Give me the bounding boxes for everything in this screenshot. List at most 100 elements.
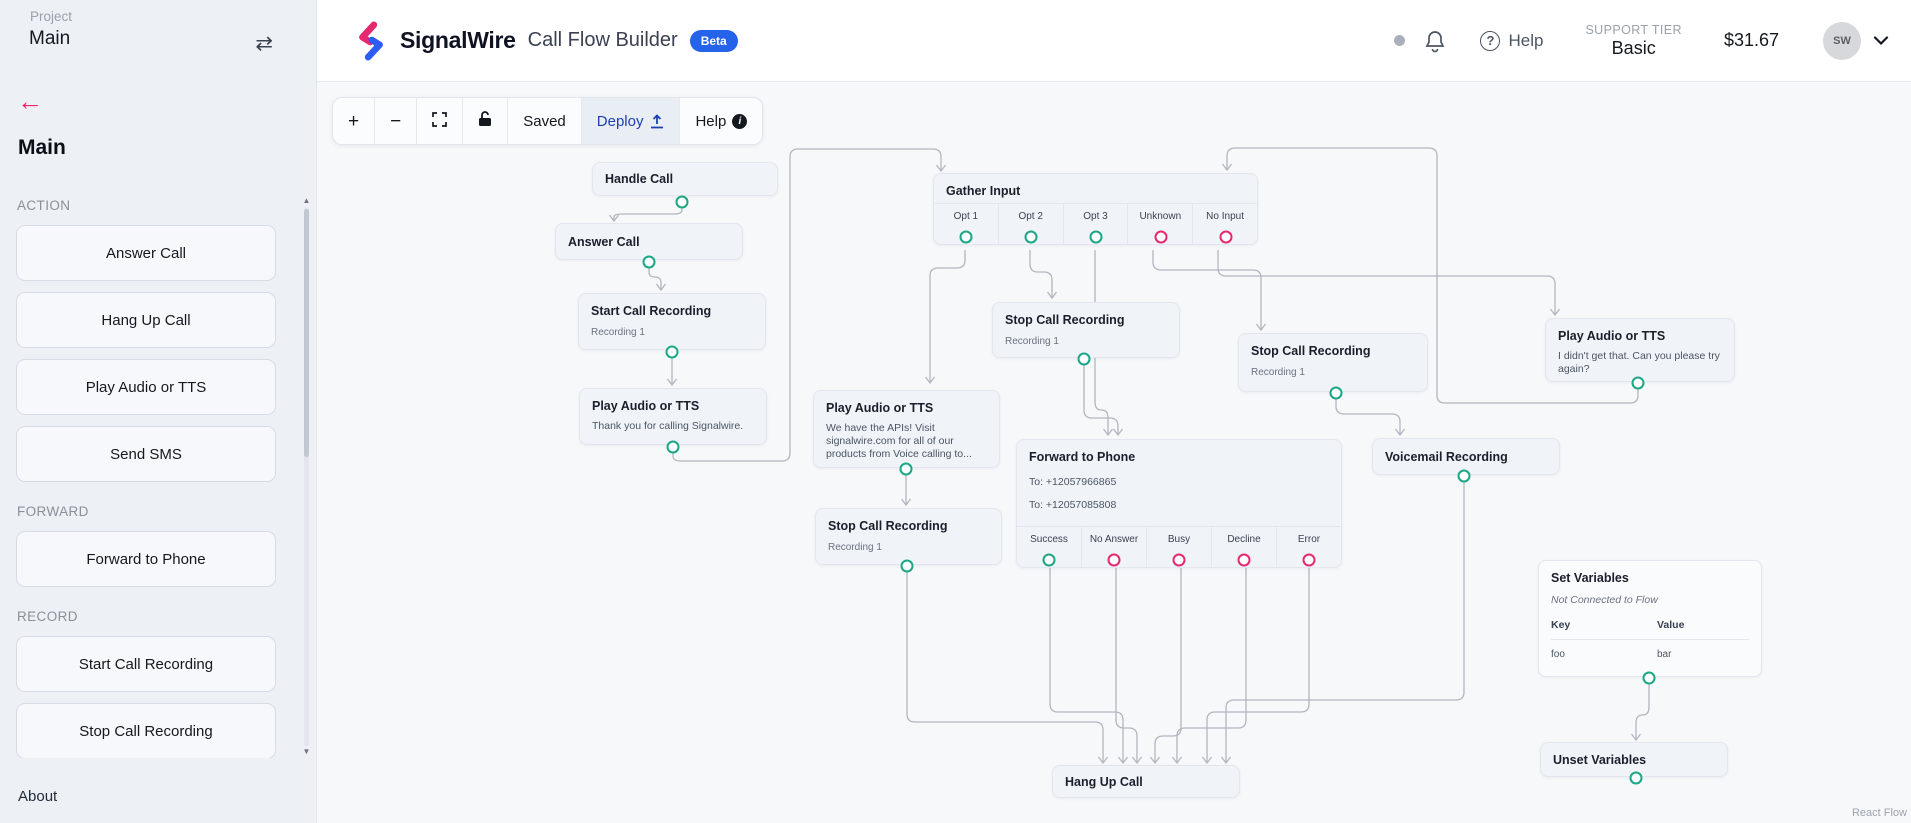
output-handle[interactable]	[1330, 387, 1343, 400]
output-handle-unknown[interactable]	[1154, 231, 1167, 244]
palette-item[interactable]: Forward to Phone	[16, 531, 276, 587]
brand: SignalWire Call Flow Builder Beta	[352, 21, 738, 61]
node-variables-table: KeyValuefoobar	[1539, 619, 1761, 660]
output-handle[interactable]	[676, 196, 689, 209]
flow-edge	[1050, 565, 1123, 762]
about-link[interactable]: About	[18, 788, 57, 805]
node-answer-call[interactable]: Answer Call	[555, 223, 743, 260]
output-handle[interactable]	[1643, 672, 1656, 685]
brand-name: SignalWire	[400, 27, 516, 54]
notifications-bell-icon[interactable]	[1424, 29, 1446, 53]
output-handle-no-answer[interactable]	[1107, 554, 1120, 567]
node-body: To: +12057966865To: +12057085808	[1017, 464, 1341, 517]
output-handle[interactable]	[901, 560, 914, 573]
node-title: Hang Up Call	[1053, 775, 1155, 789]
node-stop-call-recording-3[interactable]: Stop Call RecordingRecording 1	[815, 508, 1002, 565]
sidebar: Project Main ⇄ ← Main ACTIONAnswer CallH…	[0, 0, 317, 823]
flow-edge	[1084, 364, 1118, 434]
node-title: Stop Call Recording	[993, 303, 1179, 327]
minus-icon: −	[390, 112, 401, 131]
palette-item[interactable]: Stop Call Recording	[16, 703, 276, 758]
palette-item[interactable]: Hang Up Call	[16, 292, 276, 348]
help-button[interactable]: ? Help	[1480, 31, 1543, 51]
node-stop-call-recording-1[interactable]: Stop Call RecordingRecording 1	[992, 302, 1180, 358]
support-tier-label: SUPPORT TIER	[1585, 23, 1682, 37]
flow-edge	[907, 571, 1103, 762]
project-name: Main	[29, 28, 70, 50]
flow-edge	[1177, 565, 1246, 762]
flow-edge	[1218, 250, 1555, 314]
palette-item[interactable]: Start Call Recording	[16, 636, 276, 692]
node-play-tts-welcome[interactable]: Play Audio or TTSThank you for calling S…	[579, 388, 767, 445]
output-handle-opt-2[interactable]	[1024, 231, 1037, 244]
node-start-call-recording[interactable]: Start Call RecordingRecording 1	[578, 293, 766, 350]
flow-edge	[930, 250, 965, 382]
node-title: Set Variables	[1539, 561, 1761, 585]
output-handle[interactable]	[900, 463, 913, 476]
user-avatar[interactable]: SW	[1823, 22, 1861, 60]
palette-item[interactable]: Answer Call	[16, 225, 276, 281]
output-handle-decline[interactable]	[1238, 554, 1251, 567]
node-play-tts-apis[interactable]: Play Audio or TTSWe have the APIs! Visit…	[813, 390, 1000, 468]
node-stop-call-recording-2[interactable]: Stop Call RecordingRecording 1	[1238, 333, 1428, 392]
palette-section-forward: FORWARD	[17, 504, 276, 519]
palette-item[interactable]: Play Audio or TTS	[16, 359, 276, 415]
node-title: Handle Call	[593, 172, 685, 186]
fit-view-button[interactable]	[417, 98, 463, 144]
toolbar-help-button[interactable]: Help i	[680, 98, 762, 144]
output-handle-no-input[interactable]	[1219, 231, 1232, 244]
zoom-out-button[interactable]: −	[375, 98, 417, 144]
node-title: Voicemail Recording	[1373, 450, 1520, 464]
node-handle-call[interactable]: Handle Call	[592, 162, 778, 196]
chevron-down-icon[interactable]	[1873, 36, 1889, 46]
upload-icon	[650, 114, 664, 129]
lock-button[interactable]	[463, 98, 508, 144]
signalwire-logo-icon	[352, 21, 390, 61]
output-handle[interactable]	[667, 441, 680, 454]
node-forward-to-phone[interactable]: Forward to PhoneTo: +12057966865To: +120…	[1016, 439, 1342, 568]
output-handle-error[interactable]	[1303, 554, 1316, 567]
scrollbar-thumb[interactable]	[304, 209, 309, 457]
switch-project-icon[interactable]: ⇄	[255, 33, 273, 54]
saved-status: Saved	[508, 98, 582, 144]
account-balance[interactable]: $31.67	[1724, 30, 1779, 51]
output-handle[interactable]	[666, 346, 679, 359]
fullscreen-icon	[432, 112, 447, 131]
info-icon: i	[732, 114, 747, 129]
output-handle[interactable]	[643, 256, 656, 269]
node-set-variables[interactable]: Set VariablesNot Connected to FlowKeyVal…	[1538, 560, 1762, 677]
react-flow-attribution[interactable]: React Flow	[1852, 807, 1907, 819]
flow-toolbar: + − Saved Deploy Help i	[332, 97, 763, 145]
output-handle-success[interactable]	[1042, 554, 1055, 567]
output-handle-opt-3[interactable]	[1089, 231, 1102, 244]
output-handle[interactable]	[1458, 470, 1471, 483]
node-title: Start Call Recording	[579, 294, 765, 318]
product-name: Call Flow Builder	[528, 29, 678, 52]
flow-edge	[614, 206, 682, 220]
back-arrow-icon[interactable]: ←	[17, 88, 43, 114]
palette-item[interactable]: Send SMS	[16, 426, 276, 482]
zoom-in-button[interactable]: +	[333, 98, 375, 144]
node-hang-up-call[interactable]: Hang Up Call	[1052, 765, 1240, 798]
support-tier-value: Basic	[1585, 38, 1682, 59]
flow-edge	[1116, 565, 1137, 762]
output-handle[interactable]	[1078, 353, 1091, 366]
output-handle-opt-1[interactable]	[959, 231, 972, 244]
node-subtitle: Recording 1	[1239, 358, 1427, 378]
node-title: Stop Call Recording	[1239, 334, 1427, 358]
scrollbar-down-arrow[interactable]: ▼	[300, 746, 313, 758]
flow-edge	[1030, 250, 1052, 297]
palette-scrollbar[interactable]: ▲ ▼	[300, 195, 313, 758]
output-handle[interactable]	[1632, 377, 1645, 390]
top-header: SignalWire Call Flow Builder Beta ? Help…	[316, 0, 1911, 82]
output-handle[interactable]	[1630, 772, 1643, 785]
flow-edge	[1336, 398, 1400, 434]
output-handle-busy[interactable]	[1173, 554, 1186, 567]
scrollbar-up-arrow[interactable]: ▲	[300, 195, 313, 207]
deploy-button[interactable]: Deploy	[582, 98, 681, 144]
node-title: Gather Input	[934, 174, 1257, 198]
node-title: Answer Call	[556, 235, 652, 249]
flow-edge	[649, 267, 661, 289]
node-play-tts-retry[interactable]: Play Audio or TTSI didn't get that. Can …	[1545, 318, 1735, 382]
project-label: Project	[30, 9, 72, 24]
